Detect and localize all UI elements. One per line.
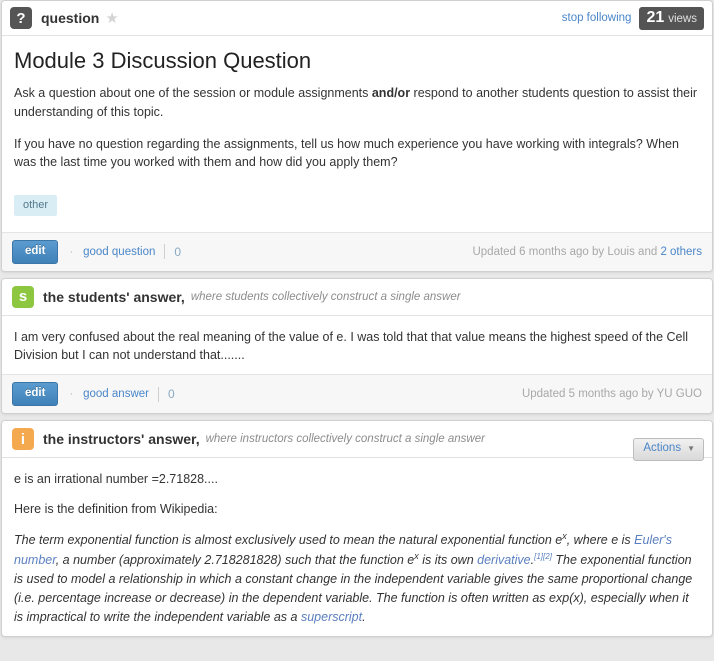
- question-mark-icon: ?: [10, 7, 32, 29]
- question-paragraph-2: If you have no question regarding the as…: [14, 136, 679, 169]
- instructors-answer-para-1: e is an irrational number =2.71828....: [14, 472, 218, 487]
- good-answer-link[interactable]: good answer: [83, 388, 149, 400]
- tag-other[interactable]: other: [14, 194, 58, 216]
- edit-button-students[interactable]: edit: [12, 382, 59, 406]
- students-answer-card: s the students' answer, where students c…: [1, 277, 713, 415]
- instructors-icon: i: [12, 428, 34, 451]
- students-answer-updated-text: Updated 5 months ago by YU GUO: [521, 388, 702, 401]
- question-header: ? question ★ stop following 21 views: [2, 1, 712, 36]
- question-badge-label: ?: [16, 9, 26, 27]
- question-card: ? question ★ stop following 21 views Mod…: [1, 0, 713, 272]
- question-footer-bar: edit · good question 0 Updated 6 months …: [2, 231, 712, 271]
- piazza-post-page: ? question ★ stop following 21 views Mod…: [0, 0, 714, 638]
- reference-1-link[interactable]: [1]: [534, 552, 543, 561]
- students-answer-header: s the students' answer, where students c…: [2, 278, 712, 316]
- instructors-answer-para-2: Here is the definition from Wikipedia:: [14, 502, 218, 517]
- other-contributors-link[interactable]: 2 others: [660, 246, 702, 258]
- updated-prefix: Updated 6 months ago by Louis and: [472, 245, 661, 258]
- q-p1-bold: and/or: [371, 86, 411, 101]
- q-p1-part-a: Ask a question about one of the session …: [14, 86, 372, 101]
- footer-separator-students: ·: [69, 388, 74, 401]
- views-label: views: [668, 12, 697, 25]
- wiki-s4: is its own: [418, 553, 478, 568]
- students-answer-footer-bar: edit · good answer 0 Updated 5 months ag…: [2, 374, 712, 414]
- instructors-answer-title: the instructors' answer,: [43, 431, 200, 448]
- instructors-answer-body: Actions ▼ e is an irrational number =2.7…: [2, 438, 712, 636]
- vote-divider-students: [157, 386, 159, 402]
- actions-button[interactable]: Actions ▼: [633, 438, 704, 461]
- wiki-s1: The term exponential function is almost …: [14, 533, 563, 548]
- reference-2-link[interactable]: [2]: [543, 552, 552, 561]
- instructors-answer-subtitle: where instructors collectively construct…: [205, 433, 485, 446]
- tag-row: other: [2, 189, 712, 232]
- good-question-count: 0: [174, 244, 182, 259]
- reference-1: [1]: [534, 552, 543, 561]
- footer-separator: ·: [69, 245, 74, 258]
- instructors-answer-header: i the instructors' answer, where instruc…: [2, 421, 712, 459]
- wiki-s2: , where e is: [566, 533, 635, 548]
- wiki-s7: .: [362, 609, 366, 624]
- star-icon[interactable]: ★: [105, 11, 118, 26]
- question-header-actions: stop following 21 views: [562, 6, 704, 30]
- derivative-link[interactable]: derivative: [477, 553, 531, 567]
- good-answer-count: 0: [167, 387, 175, 402]
- views-count: 21: [646, 8, 665, 26]
- students-answer-body: I am very confused about the real meanin…: [2, 316, 712, 374]
- page-title: Module 3 Discussion Question: [14, 48, 312, 73]
- instructors-badge-label: i: [20, 430, 26, 448]
- question-body: Module 3 Discussion Question Ask a quest…: [2, 36, 712, 189]
- stop-following-link[interactable]: stop following: [562, 12, 632, 24]
- students-answer-subtitle: where students collectively construct a …: [190, 290, 461, 303]
- vote-divider: [164, 244, 166, 260]
- wikipedia-quote: The term exponential function is almost …: [14, 530, 700, 626]
- views-badge: 21 views: [639, 6, 704, 30]
- actions-button-label: Actions: [643, 442, 682, 455]
- question-header-title: question: [41, 10, 100, 26]
- wiki-s3: , a number (approximately 2.718281828) s…: [55, 553, 415, 568]
- instructors-answer-card: i the instructors' answer, where instruc…: [1, 420, 713, 638]
- reference-2: [2]: [543, 552, 552, 561]
- students-answer-title: the students' answer,: [43, 288, 185, 305]
- edit-button[interactable]: edit: [12, 240, 59, 264]
- question-paragraph-1: Ask a question about one of the session …: [14, 84, 700, 120]
- students-icon: s: [12, 285, 34, 308]
- students-answer-text: I am very confused about the real meanin…: [14, 329, 689, 363]
- question-updated-text: Updated 6 months ago by Louis and 2 othe…: [472, 246, 702, 258]
- good-question-link[interactable]: good question: [83, 246, 155, 258]
- chevron-down-icon: ▼: [687, 444, 695, 454]
- students-badge-label: s: [18, 288, 28, 306]
- superscript-link[interactable]: superscript: [301, 610, 362, 624]
